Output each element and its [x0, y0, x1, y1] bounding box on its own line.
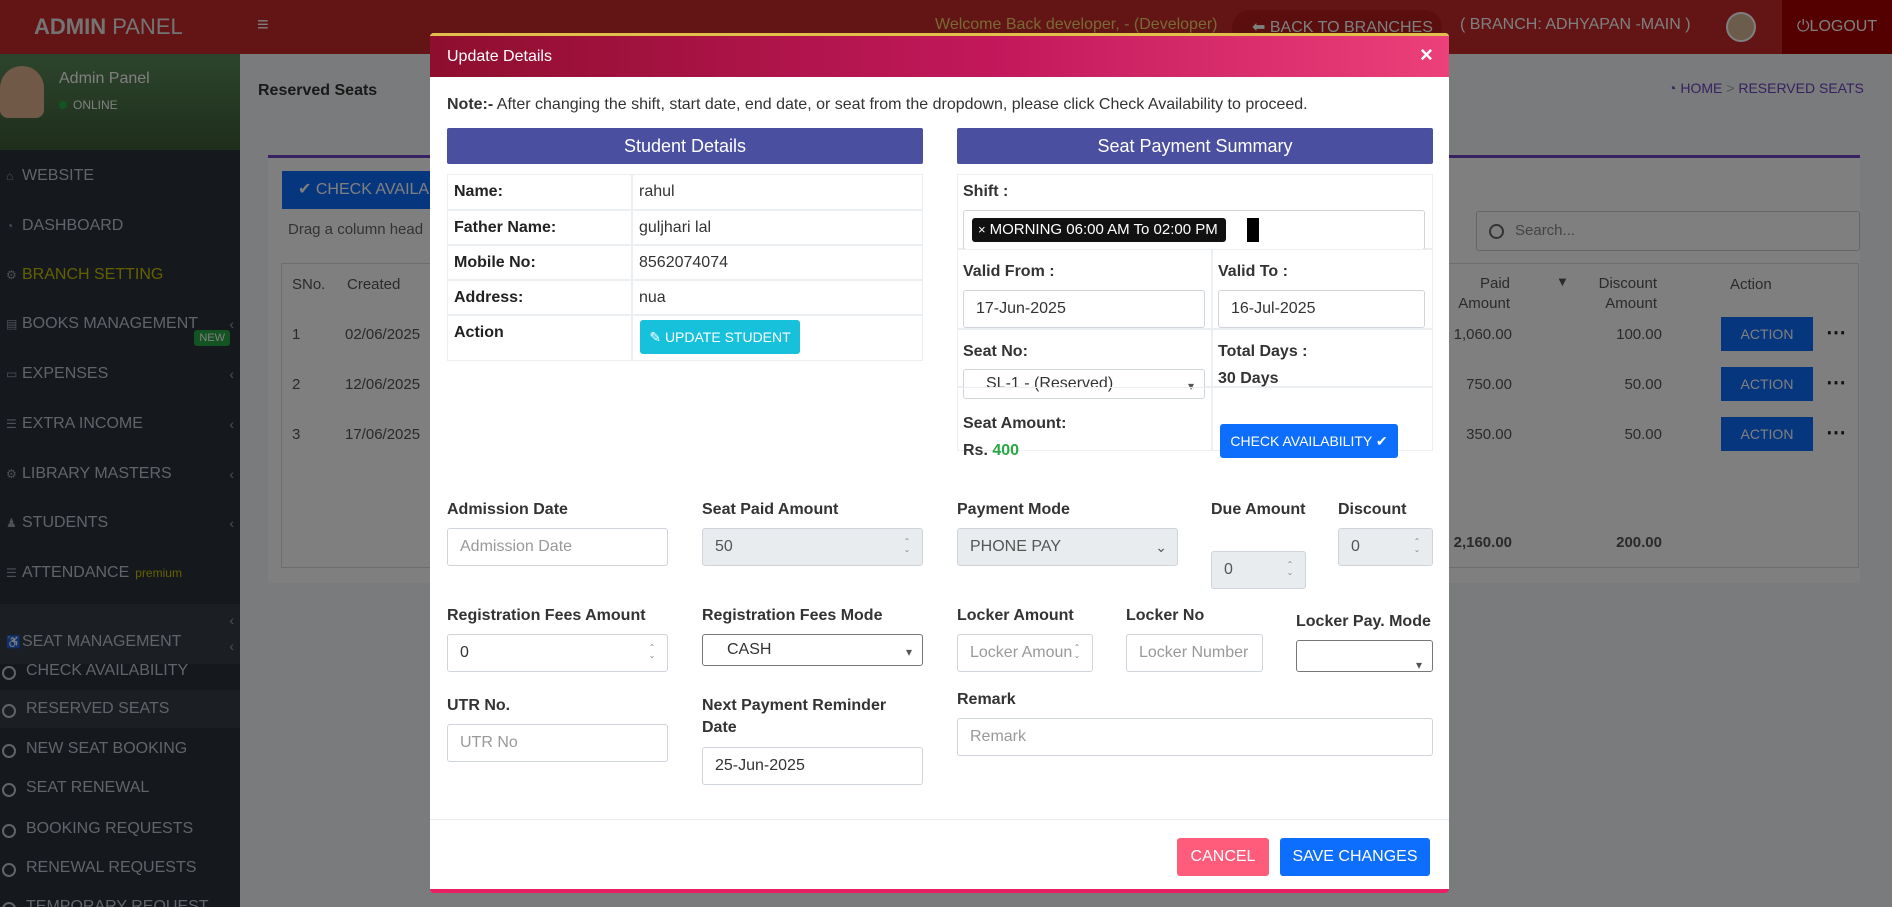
registration-fees-amount-label: Registration Fees Amount	[447, 607, 646, 624]
locker-amount-input[interactable]: Locker Amount ⌃ ⌄	[957, 634, 1093, 672]
admission-date-input[interactable]: Admission Date	[447, 528, 668, 566]
next-payment-reminder-input[interactable]: 25-Jun-2025	[702, 747, 923, 785]
remark-input[interactable]: Remark	[957, 718, 1433, 756]
seat-amount-label: Seat Amount:	[963, 415, 1067, 432]
seat-paid-amount-label: Seat Paid Amount	[702, 501, 839, 518]
discount-input[interactable]: 0 ⌃ ⌄	[1338, 528, 1433, 566]
father-name-value: guljhari lal	[632, 210, 923, 245]
dropdown-caret-icon: ▾	[905, 645, 912, 659]
check-icon: ✔	[1372, 433, 1388, 449]
address-value: nua	[632, 280, 923, 315]
valid-to-label: Valid To :	[1218, 263, 1288, 280]
action-label: Action	[447, 315, 632, 361]
remove-tag-icon[interactable]: ×	[978, 222, 986, 237]
next-payment-reminder-label: Next Payment Reminder Date	[702, 697, 887, 736]
edit-icon: ✎	[649, 329, 665, 345]
registration-fees-mode-select[interactable]: CASH ▾	[702, 634, 923, 666]
address-label: Address:	[447, 280, 632, 315]
seat-payment-summary-heading: Seat Payment Summary	[957, 128, 1433, 164]
shift-tag: × MORNING 06:00 AM To 02:00 PM	[972, 218, 1226, 242]
chevron-down-icon: ⌄	[1155, 539, 1167, 555]
mobile-label: Mobile No:	[447, 245, 632, 280]
mobile-value: 8562074074	[632, 245, 923, 280]
close-icon[interactable]: ×	[1420, 42, 1433, 68]
check-availability-button[interactable]: CHECK AVAILABILITY ✔	[1220, 424, 1398, 458]
student-name-value: rahul	[632, 174, 923, 210]
spinner-icon: ⌃ ⌄	[648, 643, 656, 660]
due-amount-input[interactable]: 0 ⌃ ⌄	[1211, 551, 1306, 589]
seat-amount-value: Rs. 400	[963, 442, 1020, 459]
spinner-icon: ⌃ ⌄	[1286, 560, 1294, 577]
shift-multiselect[interactable]: × MORNING 06:00 AM To 02:00 PM	[963, 210, 1425, 250]
spinner-icon: ⌃ ⌄	[1413, 537, 1421, 554]
valid-to-input[interactable]: 16-Jul-2025	[1218, 290, 1425, 328]
payment-mode-label: Payment Mode	[957, 501, 1070, 518]
availability-note: Note:- After changing the shift, start d…	[447, 96, 1308, 113]
locker-number-input[interactable]: Locker Number	[1126, 634, 1263, 672]
father-name-label: Father Name:	[447, 210, 632, 245]
student-name-label: Name:	[447, 174, 632, 210]
seat-paid-amount-input[interactable]: 50 ⌃ ⌄	[702, 528, 923, 566]
modal-header: Update Details ×	[430, 33, 1449, 77]
registration-fees-mode-label: Registration Fees Mode	[702, 607, 883, 624]
modal-footer-divider	[430, 819, 1449, 820]
valid-from-label: Valid From :	[963, 263, 1055, 280]
admission-date-label: Admission Date	[447, 501, 568, 518]
discount-label: Discount	[1338, 501, 1407, 518]
locker-no-label: Locker No	[1126, 607, 1205, 624]
registration-fees-amount-input[interactable]: 0 ⌃ ⌄	[447, 634, 668, 672]
spinner-icon: ⌃ ⌄	[903, 537, 911, 554]
update-student-button[interactable]: ✎ UPDATE STUDENT	[640, 320, 800, 354]
save-changes-button[interactable]: SAVE CHANGES	[1280, 838, 1430, 876]
cancel-button[interactable]: CANCEL	[1177, 838, 1269, 876]
shift-label: Shift :	[963, 183, 1009, 200]
utr-no-label: UTR No.	[447, 697, 511, 714]
valid-from-input[interactable]: 17-Jun-2025	[963, 290, 1205, 328]
locker-pay-mode-select[interactable]: ▾	[1296, 640, 1433, 672]
locker-pay-mode-label: Locker Pay. Mode	[1296, 613, 1431, 630]
locker-amount-label: Locker Amount	[957, 607, 1074, 624]
modal-title: Update Details	[447, 48, 552, 65]
payment-mode-select[interactable]: PHONE PAY ⌄	[957, 528, 1178, 566]
due-amount-label: Due Amount	[1211, 501, 1306, 518]
total-days-label: Total Days :	[1218, 343, 1308, 360]
utr-no-input[interactable]: UTR No	[447, 724, 668, 762]
update-details-modal: Update Details × Note:- After changing t…	[430, 33, 1449, 893]
spinner-icon: ⌃ ⌄	[1072, 643, 1082, 662]
student-details-heading: Student Details	[447, 128, 923, 164]
seat-no-label: Seat No:	[963, 343, 1028, 360]
remark-label: Remark	[957, 691, 1016, 708]
text-cursor	[1247, 218, 1259, 242]
dropdown-caret-icon: ▾	[1415, 658, 1422, 672]
